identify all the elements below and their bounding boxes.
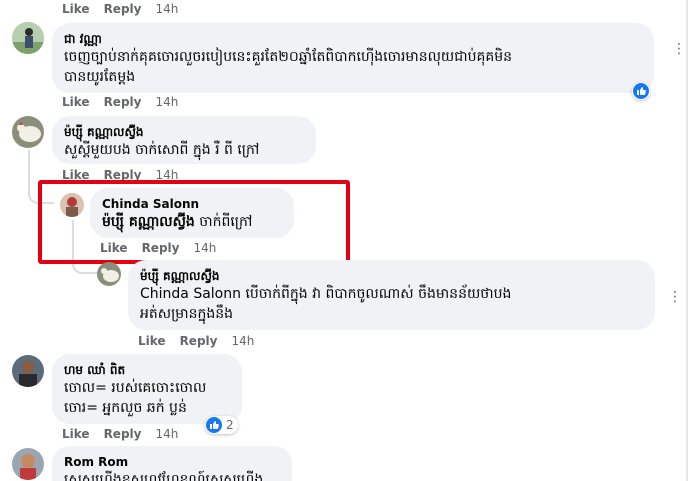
comment-text: បានយូរតែម្តង	[64, 69, 136, 85]
prev-comment-actions: Like Reply 14h	[62, 2, 192, 16]
timestamp[interactable]: 14h	[155, 95, 178, 109]
reaction-badge[interactable]: 2	[205, 416, 238, 434]
like-icon	[206, 417, 222, 433]
like-button[interactable]: Like	[62, 95, 90, 109]
avatar-photo	[97, 262, 121, 286]
more-options-icon[interactable]: ⋮	[668, 290, 682, 304]
like-button[interactable]: Like	[62, 427, 90, 441]
comment-bubble: ជា វណ្ណា ចេញច្បាប់នាក់គុគចោរលួចរបៀបនេះគួ…	[52, 23, 654, 93]
avatar[interactable]	[12, 22, 44, 54]
reply-text: អត់សម្រានក្នុងនឹង	[140, 306, 234, 322]
comment-actions: Like Reply 14h	[62, 95, 192, 109]
avatar-photo	[12, 116, 44, 148]
comment-bubble: ម៉ប្ស៊ី គណ្ណាលស៊្វីង សួស្ដីមួយបង ចាក់សោព…	[52, 116, 316, 164]
avatar[interactable]	[12, 448, 44, 480]
comment-author[interactable]: ហម ឈាំ ពិត	[64, 362, 230, 378]
reply-text: Chinda Salonn បើចាក់ពីក្នុង វា ពិបាកចូលណ…	[140, 284, 643, 304]
comment-text: សួស្ដីមួយបង ចាក់សោពី ក្នុង រឺ ពី ក្រៅ	[64, 142, 260, 158]
reply-button[interactable]: Reply	[180, 334, 218, 348]
avatar-photo	[12, 355, 44, 387]
comment-text: សេសហើងខុសហ្មូវហែខណ៍សេសហើង	[64, 472, 264, 481]
highlight-box	[38, 180, 350, 264]
avatar-photo	[12, 22, 44, 54]
avatar[interactable]	[12, 355, 44, 387]
timestamp[interactable]: 14h	[155, 2, 178, 16]
avatar[interactable]	[12, 116, 44, 148]
reply-button[interactable]: Reply	[104, 95, 142, 109]
comment-author[interactable]: ម៉ប្ស៊ី គណ្ណាលស៊្វីង	[64, 124, 304, 140]
reaction-count: 2	[226, 418, 234, 432]
reply-author[interactable]: ម៉ប្ស៊ី គណ្ណាលស៊្វីង	[140, 268, 643, 284]
reply-button[interactable]: Reply	[104, 2, 142, 16]
comment-bubble: Rom Rom សេសហើងខុសហ្មូវហែខណ៍សេសហើង	[52, 446, 292, 481]
reply-bubble: ម៉ប្ស៊ី គណ្ណាលស៊្វីង Chinda Salonn បើចាក…	[128, 260, 655, 330]
like-button[interactable]: Like	[138, 334, 166, 348]
reply-button[interactable]: Reply	[104, 427, 142, 441]
comment-author[interactable]: ជា វណ្ណា	[64, 31, 642, 47]
avatar[interactable]	[97, 262, 121, 286]
like-button[interactable]: Like	[62, 2, 90, 16]
reply-actions: Like Reply 14h	[138, 334, 268, 348]
comment-bubble: ហម ឈាំ ពិត ចោល= របស់គេចោះចោល ចោរ= អ្នកលួ…	[52, 354, 242, 424]
like-icon	[633, 83, 649, 99]
comment-text: ចោល= របស់គេចោះចោល	[64, 380, 207, 396]
avatar-photo	[12, 448, 44, 480]
comment-author[interactable]: Rom Rom	[64, 454, 280, 470]
more-options-icon[interactable]: ⋮	[672, 42, 686, 56]
comment-actions: Like Reply 14h	[62, 427, 192, 441]
timestamp[interactable]: 14h	[155, 427, 178, 441]
reaction-badge[interactable]	[632, 82, 650, 100]
comment-text: ចេញច្បាប់នាក់គុគចោរលួចរបៀបនេះគួរតែ២០ឆ្នា…	[64, 49, 513, 65]
reply-body: បើចាក់ពីក្នុង វា ពិបាកចូលណាស់ ចឹងមានន័យថ…	[241, 286, 512, 302]
timestamp[interactable]: 14h	[231, 334, 254, 348]
mention-link[interactable]: Chinda Salonn	[140, 286, 241, 302]
comment-text: ចោរ= អ្នកលួច ឆក់ ប្លន់	[64, 400, 187, 416]
